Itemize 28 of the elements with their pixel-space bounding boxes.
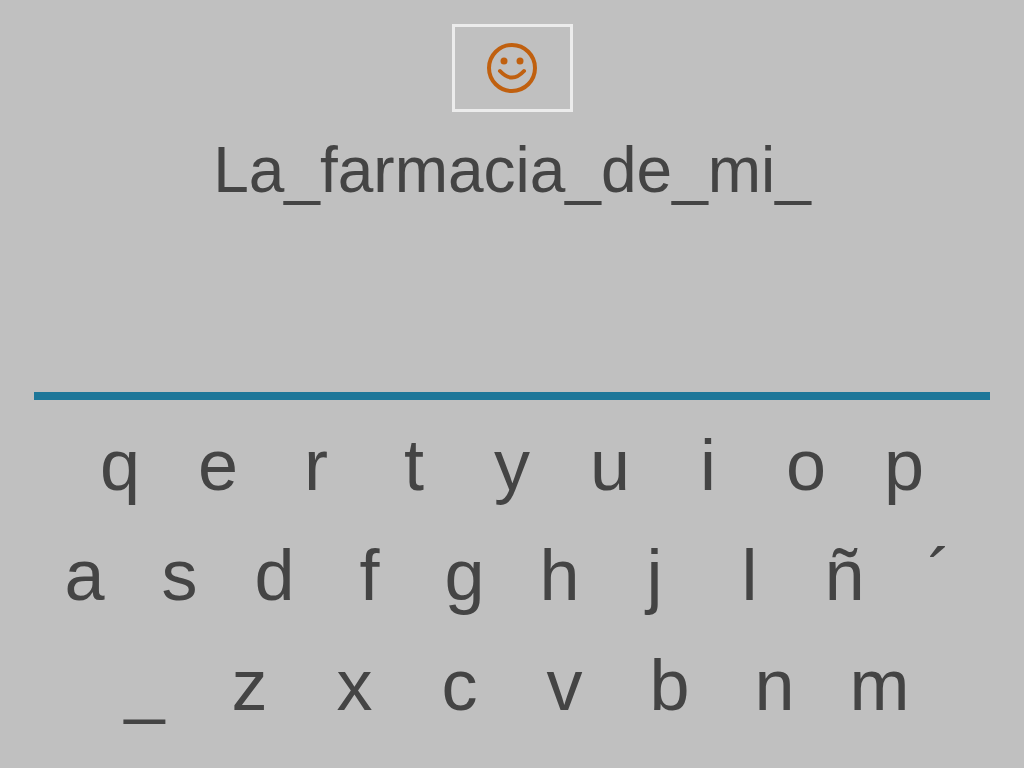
letter-key[interactable]: r bbox=[267, 422, 365, 508]
letter-key[interactable]: x bbox=[302, 642, 407, 728]
letter-key[interactable]: i bbox=[659, 422, 757, 508]
letter-key[interactable]: q bbox=[71, 422, 169, 508]
letter-key[interactable]: z bbox=[197, 642, 302, 728]
letter-key[interactable]: _ bbox=[92, 642, 197, 728]
letter-key[interactable]: u bbox=[561, 422, 659, 508]
letter-key[interactable]: y bbox=[463, 422, 561, 508]
letter-key[interactable]: h bbox=[512, 532, 607, 618]
letter-key[interactable]: o bbox=[757, 422, 855, 508]
letter-key[interactable]: b bbox=[617, 642, 722, 728]
letter-key[interactable]: c bbox=[407, 642, 512, 728]
letter-key[interactable]: g bbox=[417, 532, 512, 618]
letter-key[interactable]: j bbox=[607, 532, 702, 618]
letter-key[interactable]: a bbox=[37, 532, 132, 618]
letter-key[interactable]: n bbox=[722, 642, 827, 728]
letter-key[interactable]: l bbox=[702, 532, 797, 618]
letter-key[interactable]: t bbox=[365, 422, 463, 508]
letter-key[interactable]: v bbox=[512, 642, 617, 728]
letter-key[interactable]: s bbox=[132, 532, 227, 618]
letter-key[interactable]: f bbox=[322, 532, 417, 618]
letter-key[interactable]: d bbox=[227, 532, 322, 618]
letter-key[interactable]: m bbox=[827, 642, 932, 728]
smiley-icon bbox=[486, 42, 538, 94]
letter-key[interactable]: ñ bbox=[797, 532, 892, 618]
letter-key[interactable]: ´ bbox=[892, 532, 987, 618]
letter-key[interactable]: e bbox=[169, 422, 267, 508]
letter-key[interactable]: p bbox=[855, 422, 953, 508]
